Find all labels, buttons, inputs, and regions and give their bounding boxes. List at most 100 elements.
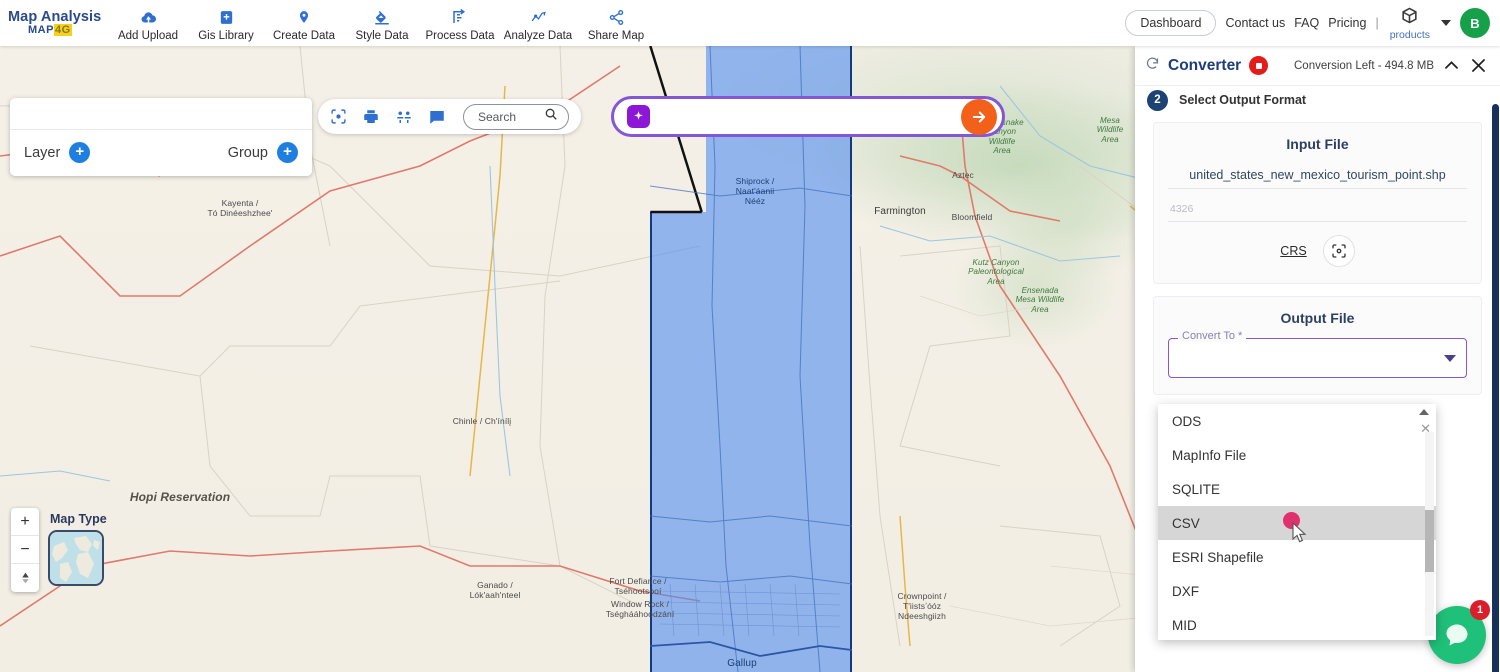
nav-item-analyze-data[interactable]: Analyze Data [499,5,577,42]
converter-body: Input File united_states_new_mexico_tour… [1135,114,1500,395]
convert-to-select[interactable] [1168,338,1467,378]
layer-panel: Layer + Group + [10,98,312,176]
pricing-link[interactable]: Pricing [1328,16,1366,30]
nav-item-style-data[interactable]: Style Data [343,5,421,42]
nav-item-process-data[interactable]: Process Data [421,5,499,42]
step-label: Select Output Format [1179,93,1307,107]
input-file-title: Input File [1286,136,1349,152]
dropdown-option[interactable]: DXF [1158,574,1436,608]
crs-row: CRS [1168,235,1467,267]
dropdown-option[interactable]: ESRI Shapefile [1158,540,1436,574]
crosshair-icon[interactable] [330,108,347,125]
contact-us-link[interactable]: Contact us [1225,16,1285,30]
sparkle-badge-icon[interactable] [627,105,650,128]
map-pin-icon [297,8,311,27]
dropdown-option[interactable]: CSV [1158,506,1436,540]
nav-label: Add Upload [117,29,179,42]
zoom-out-button[interactable]: − [11,536,39,564]
crs-link[interactable]: CRS [1280,244,1306,258]
nav-items: Add Upload Gis Library Create Data Style… [109,5,655,42]
process-data-icon [451,8,469,27]
layer-panel-header [10,98,312,130]
chevron-up-icon[interactable] [1442,56,1461,75]
nav-separator: | [1375,16,1379,30]
nav-label: Process Data [425,29,495,42]
converter-step: 2 Select Output Format [1135,86,1500,114]
analyze-data-icon [529,8,548,27]
nav-label: Style Data [355,29,409,42]
dropdown-option-list: ODS MapInfo File SQLITE CSV ESRI Shapefile DX… [1158,404,1436,640]
input-file-card: Input File united_states_new_mexico_tour… [1153,122,1482,284]
layer-group: Layer + [24,142,91,163]
scroll-up-icon[interactable] [1419,409,1429,415]
compare-icon[interactable] [395,108,413,126]
nav-item-share-map[interactable]: Share Map [577,5,655,42]
comment-icon[interactable] [428,108,446,126]
brand-subtitle: MAP4G [28,23,72,36]
zoom-controls: + − [11,508,39,592]
dropdown-option[interactable]: MapInfo File [1158,438,1436,472]
add-group-button[interactable]: + [277,142,298,163]
output-file-card: Output File Convert To * [1153,296,1482,395]
chat-unread-badge: 1 [1470,600,1490,620]
converter-header: Converter Conversion Left - 494.8 MB [1135,46,1500,86]
share-icon [608,8,625,27]
panel-scrollbar[interactable] [1492,104,1499,672]
refresh-icon[interactable] [1145,56,1160,76]
dashboard-button[interactable]: Dashboard [1125,10,1217,36]
record-icon[interactable] [1249,56,1269,75]
library-add-icon [218,8,235,27]
close-icon[interactable] [1469,56,1488,75]
brand-title: Map Analysis [8,8,102,25]
compass-icon[interactable] [11,564,39,592]
nav-item-create-data[interactable]: Create Data [265,5,343,42]
brand-logo[interactable]: Map Analysis MAP4G [0,8,105,37]
nav-label: Create Data [272,29,335,42]
ai-prompt-bar[interactable] [611,96,1005,137]
dropdown-option[interactable]: ODS [1158,404,1436,438]
printer-icon[interactable] [362,108,380,126]
nav-right-group: Dashboard Contact us FAQ Pricing | produ… [1125,6,1500,41]
layer-panel-row: Layer + Group + [10,130,312,175]
chevron-down-icon[interactable] [1444,354,1456,362]
products-label: products [1389,28,1430,41]
cube-icon [1400,6,1419,30]
dropdown-scrollbar-thumb[interactable] [1425,510,1434,572]
search-placeholder: Search [478,109,517,124]
app-root: Map Analysis MAP4G Add Upload Gis Librar… [0,0,1500,672]
nav-label: Gis Library [198,29,254,42]
nav-label: Share Map [587,29,645,42]
search-icon[interactable] [544,107,558,126]
layer-label: Layer [24,144,61,161]
top-navigation-bar: Map Analysis MAP4G Add Upload Gis Librar… [0,0,1500,46]
nav-item-gis-library[interactable]: Gis Library [187,5,265,42]
group-group: Group + [228,142,298,163]
cloud-upload-icon [139,8,158,27]
products-menu[interactable]: products [1390,6,1430,41]
chevron-down-icon[interactable] [1441,20,1451,26]
convert-to-legend: Convert To * [1178,330,1247,342]
dropdown-option[interactable]: SQLITE [1158,472,1436,506]
map-type-thumbnail[interactable] [48,530,104,586]
map-type-label: Map Type [50,512,107,526]
nav-item-add-upload[interactable]: Add Upload [109,5,187,42]
selection-roads-overlay [650,46,852,672]
search-input[interactable]: Search [463,103,570,130]
submit-prompt-button[interactable] [961,98,997,135]
paint-bucket-icon [373,8,391,27]
input-crs-value[interactable]: 4326 [1168,198,1467,222]
faq-link[interactable]: FAQ [1294,16,1319,30]
convert-to-wrap: Convert To * [1168,330,1467,378]
target-scan-icon[interactable] [1322,235,1355,267]
step-number-badge: 2 [1147,89,1168,111]
output-file-title: Output File [1280,310,1355,326]
map-type-selector: Map Type [48,512,107,586]
map-toolbar: Search [318,99,582,134]
zoom-in-button[interactable]: + [11,508,39,536]
dropdown-option[interactable]: MID [1158,608,1436,640]
convert-to-dropdown: ODS MapInfo File SQLITE CSV ESRI Shapefile DX… [1158,404,1436,640]
add-layer-button[interactable]: + [69,142,91,163]
input-file-name: united_states_new_mexico_tourism_point.s… [1168,164,1467,189]
avatar[interactable]: B [1460,8,1490,38]
conversion-left-label: Conversion Left - 494.8 MB [1294,59,1434,72]
